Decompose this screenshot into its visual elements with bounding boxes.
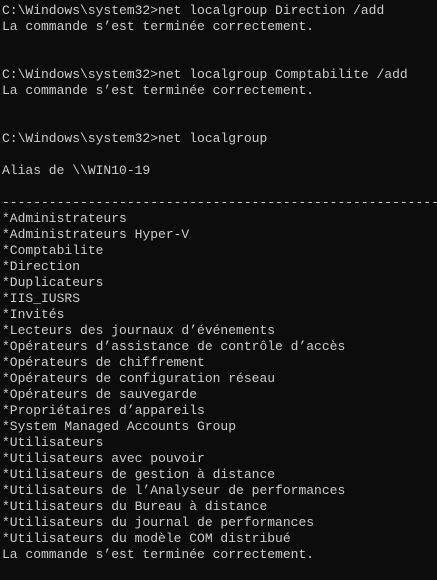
command-output: La commande s’est terminée correctement.: [2, 19, 315, 34]
list-item: *Invités: [2, 307, 65, 322]
list-item: *Utilisateurs de l’Analyseur de performa…: [2, 483, 346, 498]
list-item: *Comptabilite: [2, 243, 104, 258]
list-item: *Utilisateurs du journal de performances: [2, 515, 315, 530]
list-item: *Opérateurs de configuration réseau: [2, 371, 276, 386]
list-item: *Utilisateurs: [2, 435, 104, 450]
list-item: *Utilisateurs de gestion à distance: [2, 467, 276, 482]
alias-header: Alias de \\WIN10-19: [2, 163, 151, 178]
separator-line: ----------------------------------------…: [2, 195, 437, 210]
command-text: net localgroup Direction /add: [158, 3, 385, 18]
list-item: *Opérateurs d’assistance de contrôle d’a…: [2, 339, 346, 354]
prompt: C:\Windows\system32>: [2, 3, 159, 18]
list-item: *Lecteurs des journaux d’événements: [2, 323, 276, 338]
list-item: *Administrateurs: [2, 211, 127, 226]
command-text: net localgroup Comptabilite /add: [158, 67, 408, 82]
list-item: *Direction: [2, 259, 81, 274]
terminal-console[interactable]: C:\Windows\system32>net localgroup Direc…: [0, 0, 437, 580]
list-item: *Utilisateurs du Bureau à distance: [2, 499, 268, 514]
list-item: *Utilisateurs du modèle COM distribué: [2, 531, 291, 546]
list-item: *Opérateurs de chiffrement: [2, 355, 205, 370]
list-item: *Utilisateurs avec pouvoir: [2, 451, 205, 466]
list-item: *Opérateurs de sauvegarde: [2, 387, 198, 402]
list-item: *Duplicateurs: [2, 275, 104, 290]
group-list: *Administrateurs *Administrateurs Hyper-…: [0, 211, 437, 547]
command-line: C:\Windows\system32>net localgroup Compt…: [0, 67, 437, 83]
command-line: C:\Windows\system32>net localgroup: [0, 131, 437, 147]
command-output: La commande s’est terminée correctement.: [2, 83, 315, 98]
list-item: *Propriétaires d’appareils: [2, 403, 205, 418]
command-text: net localgroup: [158, 131, 268, 146]
command-output: La commande s’est terminée correctement.: [2, 547, 315, 562]
list-item: *System Managed Accounts Group: [2, 419, 237, 434]
command-line: C:\Windows\system32>net localgroup Direc…: [0, 3, 437, 19]
list-item: *IIS_IUSRS: [2, 291, 81, 306]
list-item: *Administrateurs Hyper-V: [2, 227, 190, 242]
prompt: C:\Windows\system32>: [2, 67, 159, 82]
prompt: C:\Windows\system32>: [2, 131, 159, 146]
